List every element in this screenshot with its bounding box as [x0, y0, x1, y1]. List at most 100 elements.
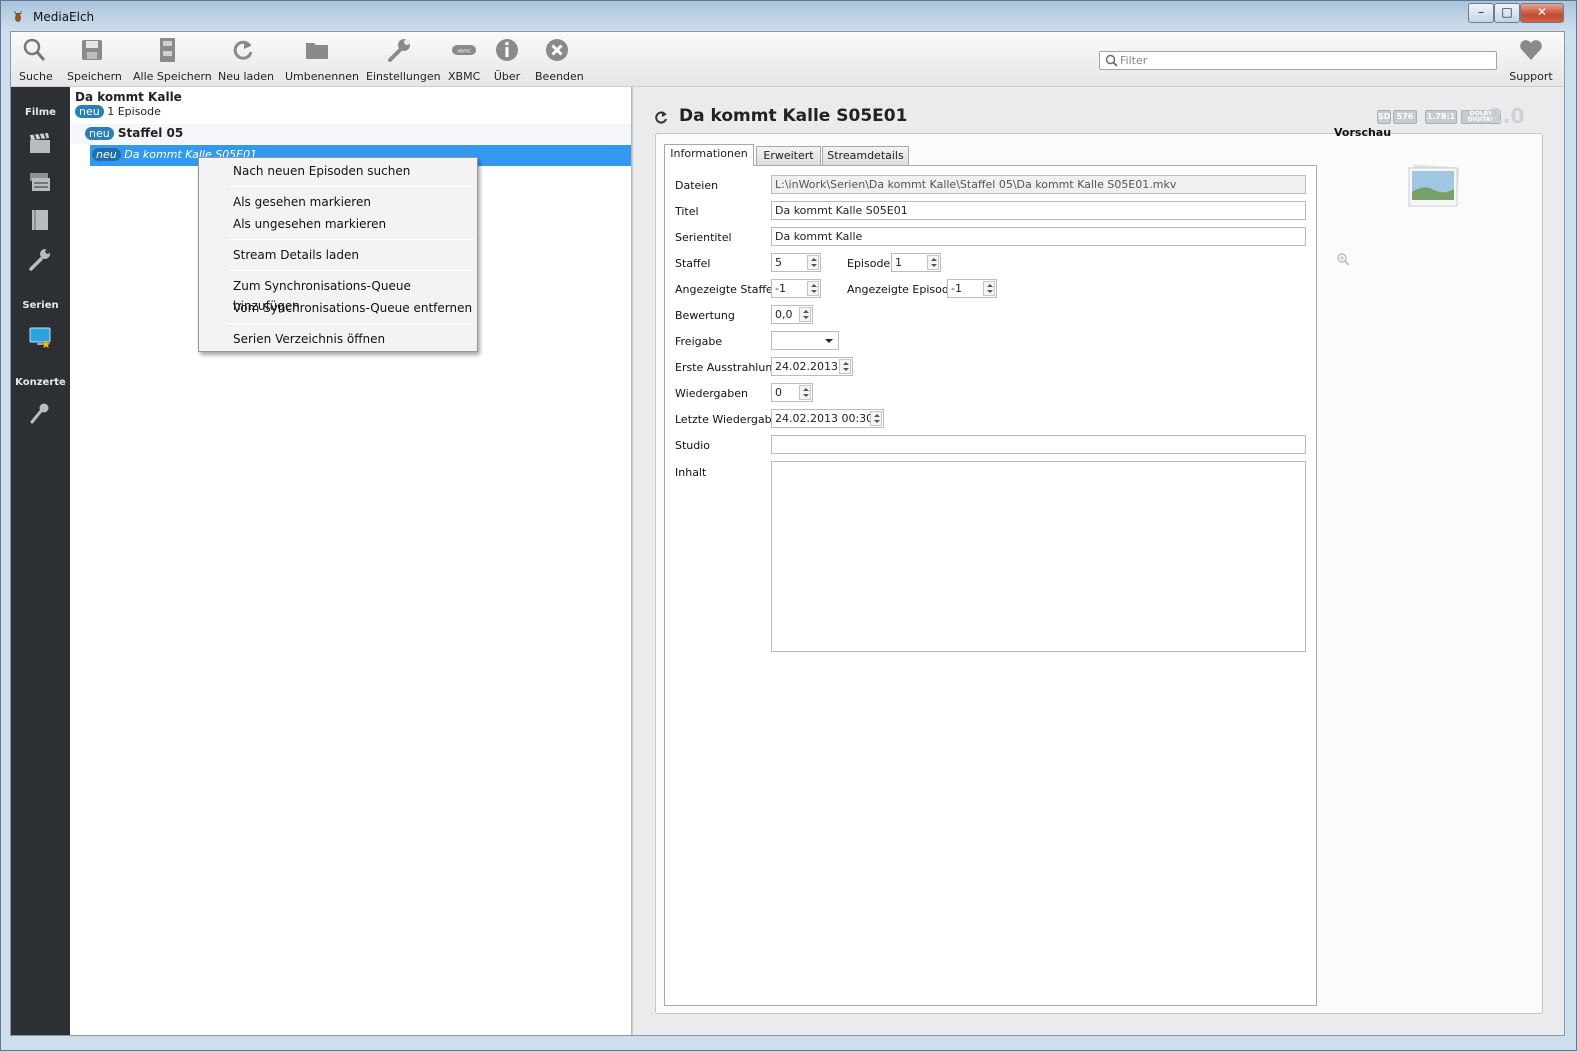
episode-content-box: Informationen Erweitert Streamdetails Da… [655, 126, 1543, 1014]
menu-separator [229, 186, 473, 187]
folder-icon [306, 43, 328, 59]
settings-button[interactable]: Einstellungen [366, 37, 441, 83]
menu-item-add-to-sync-queue[interactable]: Zum Synchronisations-Queue hinzufügen [202, 276, 474, 313]
tab-streamdetails[interactable]: Streamdetails [822, 146, 909, 166]
episode-count: 1 Episode [107, 105, 161, 118]
xbmc-button[interactable]: xbmc XBMC [448, 37, 480, 83]
playcount-label: Wiedergaben [675, 387, 748, 400]
quit-icon [546, 39, 568, 61]
show-title-label: Serientitel [675, 231, 732, 244]
xbmc-icon: xbmc [452, 45, 476, 55]
show-title-field[interactable]: Da kommt Kalle [771, 227, 1306, 246]
thumbnail-placeholder-icon[interactable] [1404, 162, 1464, 212]
menu-item-mark-watched[interactable]: Als gesehen markieren [202, 192, 474, 212]
about-button[interactable]: Über [492, 37, 522, 83]
first-aired-label: Erste Ausstrahlung [675, 361, 780, 374]
certification-combobox[interactable] [771, 331, 839, 350]
preview-label: Vorschau [1334, 126, 1392, 139]
reload-button[interactable]: Neu laden [218, 37, 274, 83]
files-field: L:\inWork\Serien\Da kommt Kalle\Staffel … [771, 175, 1306, 194]
season-label: Staffel 05 [117, 126, 184, 140]
heart-icon [1520, 40, 1542, 60]
filter-search-icon [1105, 54, 1118, 67]
new-badge: neu [92, 148, 121, 161]
menu-separator [229, 239, 473, 240]
info-icon [496, 39, 518, 61]
save-icon [82, 40, 102, 60]
save-all-button[interactable]: Alle Speichern [133, 37, 212, 83]
save-all-icon [160, 38, 175, 62]
reload-button-label: Neu laden [218, 70, 274, 83]
search-button-label: Suche [19, 70, 53, 83]
season-spinbox[interactable]: 5 [771, 253, 821, 272]
zoom-icon[interactable] [1336, 252, 1350, 266]
search-button[interactable]: Suche [19, 37, 53, 83]
tv-shows-icon[interactable] [28, 325, 52, 349]
flag-resolution: 576 [1393, 110, 1417, 124]
menu-item-load-stream-details[interactable]: Stream Details laden [202, 245, 474, 265]
tree-season-item[interactable]: neu Staffel 05 [71, 124, 631, 144]
title-bar: MediaElch – □ ✕ [1, 1, 1576, 31]
tab-informationen[interactable]: Informationen [664, 144, 754, 166]
reload-icon [233, 40, 253, 60]
rating-spinbox[interactable]: 0,0 [771, 305, 813, 324]
sidebar-section-tv: Serien [22, 300, 59, 311]
episode-title: Da kommt Kalle S05E01 [679, 106, 908, 126]
display-episode-spinbox[interactable]: -1 [947, 279, 997, 298]
menu-separator [229, 323, 473, 324]
title-label: Titel [675, 205, 699, 218]
last-played-datetimeedit[interactable]: 24.02.2013 00:30 [771, 409, 884, 428]
support-button[interactable]: Support [1509, 37, 1553, 83]
menu-item-mark-unwatched[interactable]: Als ungesehen markieren [202, 214, 474, 234]
tree-show-title[interactable]: Da kommt Kalle [75, 90, 182, 104]
plot-label: Inhalt [675, 466, 707, 479]
studio-field[interactable] [771, 435, 1306, 454]
playcount-spinbox[interactable]: 0 [771, 383, 813, 402]
certification-icon[interactable] [28, 247, 52, 271]
concerts-icon[interactable] [28, 401, 52, 425]
filter-input[interactable] [1120, 53, 1490, 68]
movie-sets-icon[interactable] [28, 169, 52, 193]
about-button-label: Über [493, 70, 521, 83]
tab-erweitert[interactable]: Erweitert [756, 146, 821, 166]
first-aired-dateedit[interactable]: 24.02.2013 [771, 357, 853, 376]
close-button[interactable]: ✕ [1520, 3, 1564, 23]
last-played-label: Letzte Wiedergabe [675, 413, 779, 426]
app-logo-icon [14, 10, 22, 22]
episode-label: Episode [847, 257, 891, 270]
display-season-spinbox[interactable]: -1 [771, 279, 821, 298]
audio-channels: 2.0 [1489, 104, 1525, 128]
episode-reload-icon[interactable] [653, 109, 669, 125]
quit-button-label: Beenden [535, 70, 584, 83]
rename-button-label: Umbenennen [285, 70, 359, 83]
menu-item-open-show-directory[interactable]: Serien Verzeichnis öffnen [202, 329, 474, 349]
search-icon [23, 38, 46, 61]
window-title: MediaElch [33, 10, 95, 24]
save-all-button-label: Alle Speichern [133, 70, 212, 83]
files-label: Dateien [675, 179, 719, 192]
settings-button-label: Einstellungen [366, 70, 441, 83]
xbmc-button-label: XBMC [448, 70, 481, 83]
filter-box[interactable] [1099, 51, 1497, 70]
title-field[interactable]: Da kommt Kalle S05E01 [771, 201, 1306, 220]
support-button-label: Support [1509, 70, 1553, 83]
minimize-button[interactable]: – [1468, 3, 1494, 23]
display-season-label: Angezeigte Staffel [675, 283, 776, 296]
menu-item-search-new-episodes[interactable]: Nach neuen Episoden suchen [202, 161, 474, 181]
genres-icon[interactable] [28, 208, 52, 232]
tree-show-subtitle: neu 1 Episode [75, 105, 161, 118]
context-menu: Nach neuen Episoden suchen Als gesehen m… [198, 157, 478, 352]
menu-item-remove-from-sync-queue[interactable]: Vom Synchronisations-Queue entfernen [202, 298, 474, 318]
quit-button[interactable]: Beenden [535, 37, 584, 83]
sidebar-section-movies: Filme [25, 107, 56, 118]
save-button[interactable]: Speichern [67, 37, 122, 83]
maximize-button[interactable]: □ [1494, 3, 1520, 23]
sidebar-section-concerts: Konzerte [15, 377, 66, 388]
save-button-label: Speichern [67, 70, 122, 83]
certification-label: Freigabe [675, 335, 723, 348]
chevron-down-icon [825, 339, 833, 343]
plot-textarea[interactable] [771, 461, 1306, 652]
episode-spinbox[interactable]: 1 [891, 253, 941, 272]
movies-icon[interactable] [28, 131, 52, 155]
rename-button[interactable]: Umbenennen [285, 37, 359, 83]
